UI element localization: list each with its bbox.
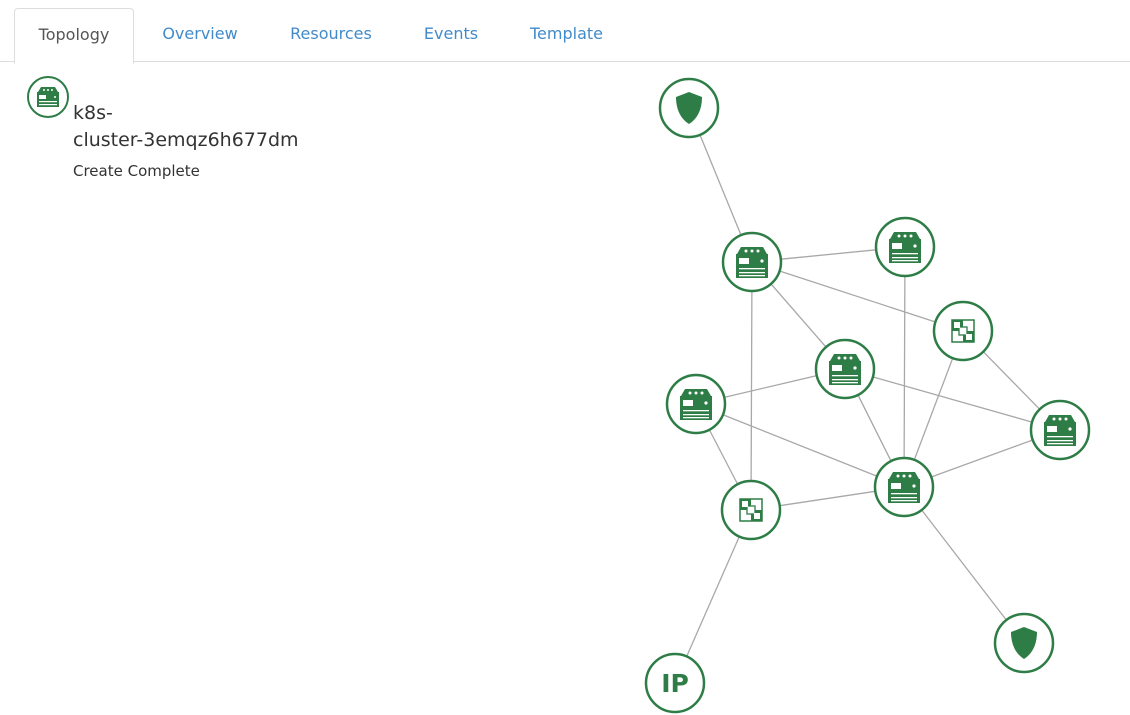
node-sg-bottom[interactable] bbox=[993, 612, 1055, 674]
edge-net-right-server-e bbox=[982, 351, 1041, 410]
node-net-left[interactable] bbox=[720, 479, 782, 541]
node-server-c[interactable] bbox=[814, 338, 876, 400]
server-icon bbox=[736, 247, 768, 278]
node-server-d[interactable] bbox=[665, 373, 727, 435]
edge-net-right-server-f bbox=[913, 357, 954, 461]
topology-nodes: IP bbox=[644, 77, 1091, 714]
edge-server-a-server-b bbox=[780, 249, 877, 260]
server-icon bbox=[680, 389, 712, 420]
network-icon bbox=[951, 319, 975, 343]
edge-sg-top-server-a bbox=[699, 134, 742, 236]
edge-net-left-floating-ip bbox=[686, 536, 740, 657]
server-icon bbox=[889, 232, 921, 263]
edge-server-c-server-d bbox=[724, 374, 817, 399]
edge-server-e-server-f bbox=[931, 439, 1033, 478]
edge-server-c-server-e bbox=[872, 376, 1033, 423]
node-floating-ip[interactable]: IP bbox=[644, 652, 706, 714]
topology-graph: IP bbox=[644, 77, 1091, 714]
edge-server-d-net-left bbox=[708, 429, 739, 485]
server-icon bbox=[1044, 415, 1076, 446]
edge-server-c-server-f bbox=[857, 394, 892, 462]
edge-server-a-net-right bbox=[779, 270, 936, 323]
ip-icon-label: IP bbox=[661, 669, 689, 698]
edge-server-b-server-f bbox=[903, 275, 906, 459]
node-server-b[interactable] bbox=[874, 216, 936, 278]
node-server-a[interactable] bbox=[721, 231, 783, 293]
edge-server-a-server-c bbox=[770, 283, 827, 348]
node-net-right[interactable] bbox=[932, 300, 994, 362]
server-icon bbox=[888, 472, 920, 503]
edge-server-d-server-f bbox=[722, 414, 878, 477]
node-server-e[interactable] bbox=[1029, 399, 1091, 461]
network-icon bbox=[739, 498, 763, 522]
node-server-f[interactable] bbox=[873, 456, 935, 518]
node-sg-top[interactable] bbox=[658, 77, 720, 139]
edge-net-left-server-f bbox=[779, 490, 876, 507]
edge-server-a-net-left bbox=[750, 290, 753, 482]
edge-server-f-sg-bottom bbox=[921, 509, 1007, 621]
topology-edges bbox=[686, 134, 1041, 657]
server-icon bbox=[829, 354, 861, 385]
